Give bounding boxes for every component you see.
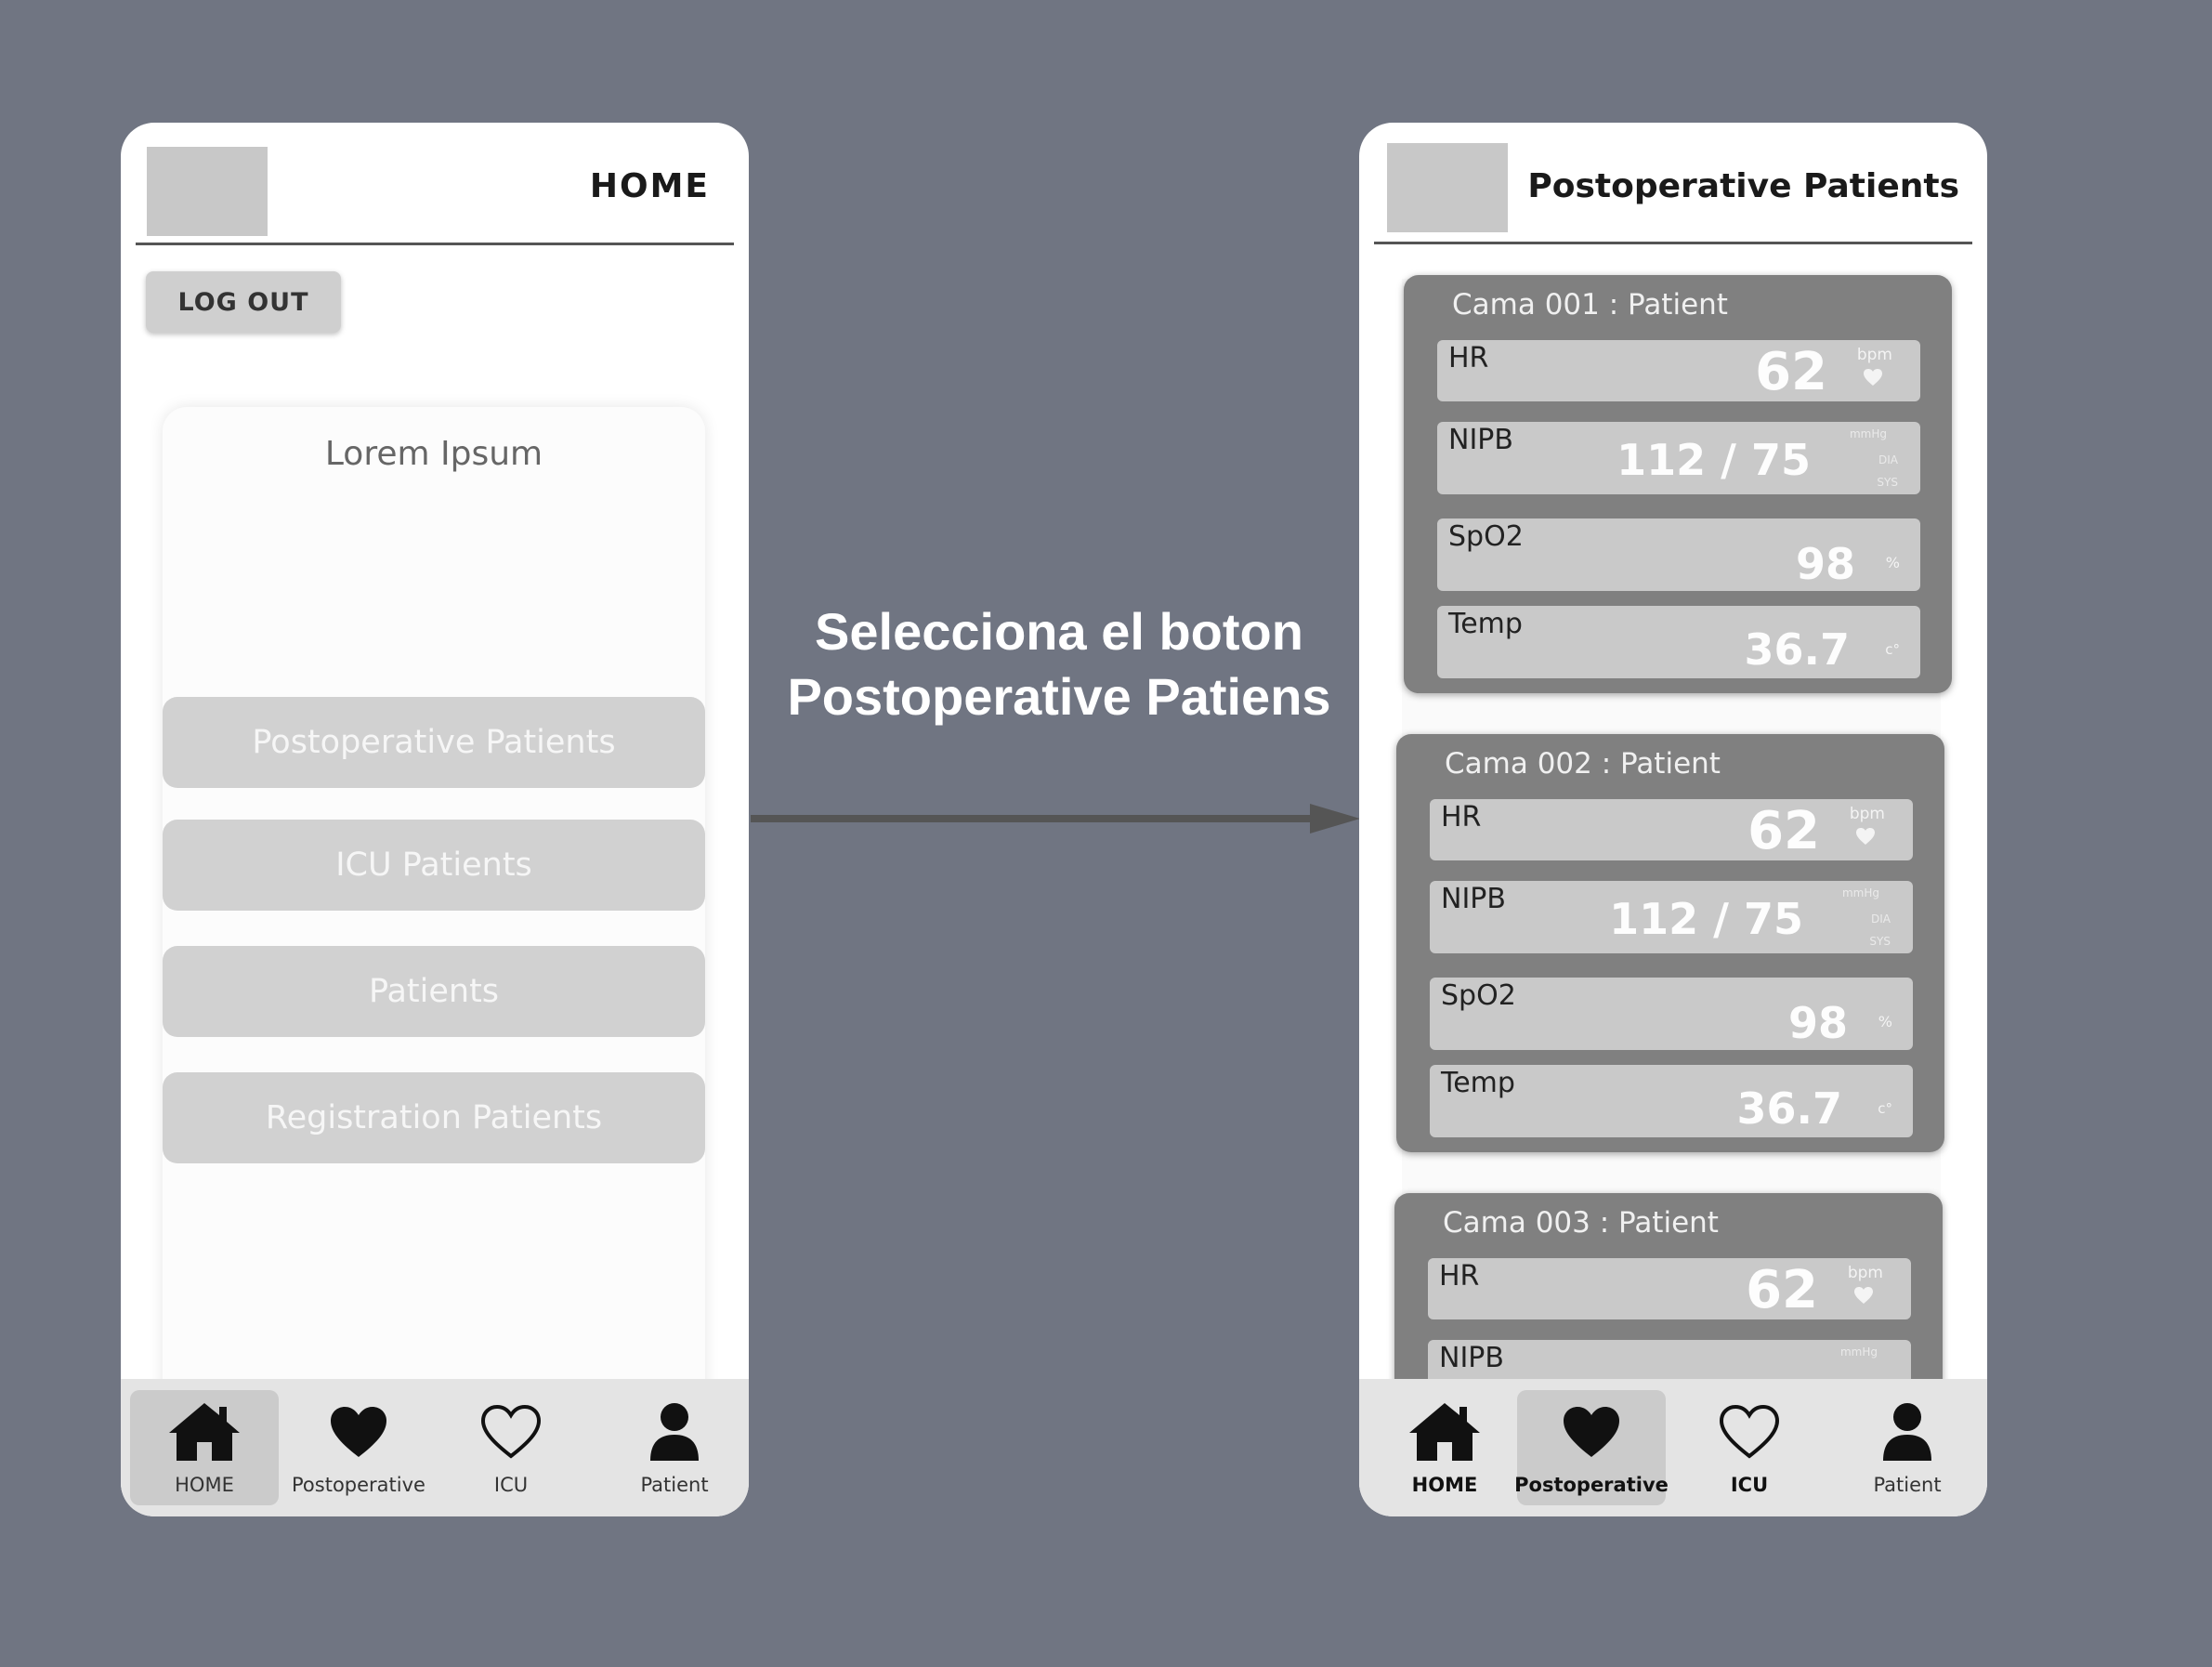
patient-card-title: Cama 003 : Patient bbox=[1443, 1206, 1719, 1240]
vital-hr-value: 62 bbox=[1746, 1260, 1818, 1320]
nav-label-home: HOME bbox=[1411, 1474, 1478, 1496]
nav-item-icu[interactable]: ICU bbox=[1675, 1390, 1824, 1505]
icu-patients-button[interactable]: ICU Patients bbox=[163, 820, 705, 911]
vital-temp-value: 36.7 bbox=[1744, 624, 1851, 675]
vital-hr-unit: bpm bbox=[1856, 346, 1892, 364]
vital-nipb-sys: SYS bbox=[1869, 935, 1891, 948]
header-divider bbox=[1374, 242, 1972, 244]
vital-nipb-label: NIPB bbox=[1439, 1342, 1504, 1374]
nav-label-icu: ICU bbox=[1730, 1474, 1769, 1496]
instruction-line-2: Postoperative Patiens bbox=[787, 667, 1331, 726]
vital-spo2-value: 98 bbox=[1787, 998, 1848, 1048]
vital-temp-label: Temp bbox=[1441, 1067, 1515, 1099]
patients-button[interactable]: Patients bbox=[163, 946, 705, 1037]
instruction-line-1: Selecciona el boton bbox=[815, 602, 1303, 661]
vital-spo2-label: SpO2 bbox=[1441, 979, 1516, 1012]
nav-label-home: HOME bbox=[175, 1474, 234, 1496]
vital-temp-unit: c° bbox=[1878, 1100, 1892, 1117]
home-icon bbox=[1407, 1399, 1482, 1464]
nav-label-postoperative: Postoperative bbox=[1514, 1474, 1669, 1496]
vital-nipb-label: NIPB bbox=[1441, 883, 1506, 915]
nav-label-patient: Patient bbox=[1873, 1474, 1942, 1496]
person-icon bbox=[647, 1399, 702, 1464]
vital-hr-unit: bpm bbox=[1849, 805, 1885, 823]
vital-nipb-sys: SYS bbox=[1877, 476, 1898, 489]
page-title: Postoperative Patients bbox=[1527, 167, 1959, 205]
patient-card[interactable]: Cama 002 : Patient HR 62 bpm NIPB 112 / … bbox=[1396, 734, 1944, 1152]
vital-nipb-value: 112 / 75 bbox=[1616, 435, 1811, 485]
bottom-nav: HOME Postoperative ICU Patient bbox=[121, 1379, 749, 1516]
vital-nipb-dia: DIA bbox=[1878, 453, 1898, 466]
vital-spo2: SpO2 98 % bbox=[1430, 978, 1913, 1050]
home-screen: HOME LOG OUT Lorem Ipsum Postoperative P… bbox=[121, 123, 749, 1516]
person-icon bbox=[1879, 1399, 1935, 1464]
header-divider bbox=[136, 243, 734, 245]
vital-spo2-unit: % bbox=[1885, 554, 1900, 571]
logo-placeholder bbox=[1387, 143, 1508, 232]
page-title: HOME bbox=[589, 167, 710, 205]
vital-spo2-label: SpO2 bbox=[1448, 520, 1524, 553]
flow-arrow-head bbox=[1310, 804, 1360, 834]
vital-nipb-label: NIPB bbox=[1448, 424, 1513, 456]
heart-outline-icon bbox=[1719, 1399, 1780, 1464]
nav-label-postoperative: Postoperative bbox=[292, 1474, 425, 1496]
vital-hr-value: 62 bbox=[1755, 342, 1827, 402]
vital-spo2-value: 98 bbox=[1795, 539, 1855, 589]
postoperative-patients-button[interactable]: Postoperative Patients bbox=[163, 697, 705, 788]
heart-outline-icon bbox=[480, 1399, 542, 1464]
nav-item-icu[interactable]: ICU bbox=[437, 1390, 585, 1505]
vital-spo2-unit: % bbox=[1878, 1013, 1892, 1030]
menu-card-title: Lorem Ipsum bbox=[324, 435, 543, 473]
nav-item-patient[interactable]: Patient bbox=[600, 1390, 749, 1505]
vital-hr-value: 62 bbox=[1747, 801, 1820, 861]
nav-item-postoperative[interactable]: Postoperative bbox=[284, 1390, 433, 1505]
heart-icon bbox=[1853, 1286, 1874, 1308]
vital-hr: HR 62 bpm bbox=[1430, 799, 1913, 861]
vital-nipb-unit: mmHg bbox=[1839, 1345, 1878, 1359]
vital-hr-label: HR bbox=[1441, 801, 1482, 834]
heart-icon bbox=[1863, 368, 1883, 390]
vital-hr-unit: bpm bbox=[1847, 1264, 1883, 1282]
vital-nipb-dia: DIA bbox=[1871, 912, 1891, 925]
home-icon bbox=[167, 1399, 242, 1464]
vital-spo2: SpO2 98 % bbox=[1437, 518, 1920, 591]
heart-icon bbox=[1855, 827, 1876, 849]
vital-nipb-unit: mmHg bbox=[1841, 886, 1879, 899]
nav-item-postoperative[interactable]: Postoperative bbox=[1514, 1390, 1669, 1505]
vital-hr-label: HR bbox=[1448, 342, 1489, 374]
bottom-nav: HOME Postoperative ICU Patient bbox=[1359, 1379, 1987, 1516]
nav-label-patient: Patient bbox=[640, 1474, 709, 1496]
patient-card-title: Cama 001 : Patient bbox=[1452, 288, 1728, 322]
nav-item-home[interactable]: HOME bbox=[130, 1390, 279, 1505]
registration-patients-button[interactable]: Registration Patients bbox=[163, 1072, 705, 1163]
heart-filled-icon bbox=[329, 1399, 388, 1464]
vital-nipb-unit: mmHg bbox=[1849, 427, 1887, 440]
vital-temp-value: 36.7 bbox=[1736, 1083, 1843, 1134]
nav-item-patient[interactable]: Patient bbox=[1833, 1390, 1982, 1505]
menu-card: Lorem Ipsum Postoperative Patients ICU P… bbox=[163, 407, 705, 1516]
vital-hr: HR 62 bpm bbox=[1428, 1258, 1911, 1320]
vital-temp: Temp 36.7 c° bbox=[1430, 1065, 1913, 1137]
logo-placeholder bbox=[147, 147, 268, 236]
vital-temp-unit: c° bbox=[1885, 641, 1900, 658]
vital-nipb: NIPB 112 / 75 mmHg DIA SYS bbox=[1437, 422, 1920, 494]
postoperative-screen: Postoperative Patients Cama 001 : Patien… bbox=[1359, 123, 1987, 1516]
nav-label-icu: ICU bbox=[493, 1474, 529, 1496]
nav-item-home[interactable]: HOME bbox=[1370, 1390, 1519, 1505]
vital-hr: HR 62 bpm bbox=[1437, 340, 1920, 402]
patient-card[interactable]: Cama 001 : Patient HR 62 bpm NIPB 112 / … bbox=[1404, 275, 1952, 693]
vital-temp-label: Temp bbox=[1448, 608, 1523, 640]
vital-nipb: NIPB 112 / 75 mmHg DIA SYS bbox=[1430, 881, 1913, 953]
vital-temp: Temp 36.7 c° bbox=[1437, 606, 1920, 678]
heart-filled-icon bbox=[1562, 1399, 1621, 1464]
patient-card-title: Cama 002 : Patient bbox=[1445, 747, 1721, 781]
flow-arrow-line bbox=[751, 815, 1319, 822]
vital-nipb-value: 112 / 75 bbox=[1609, 894, 1803, 944]
logout-button[interactable]: LOG OUT bbox=[146, 271, 341, 333]
instruction-text: Selecciona el boton Postoperative Patien… bbox=[725, 599, 1394, 729]
vital-hr-label: HR bbox=[1439, 1260, 1480, 1293]
